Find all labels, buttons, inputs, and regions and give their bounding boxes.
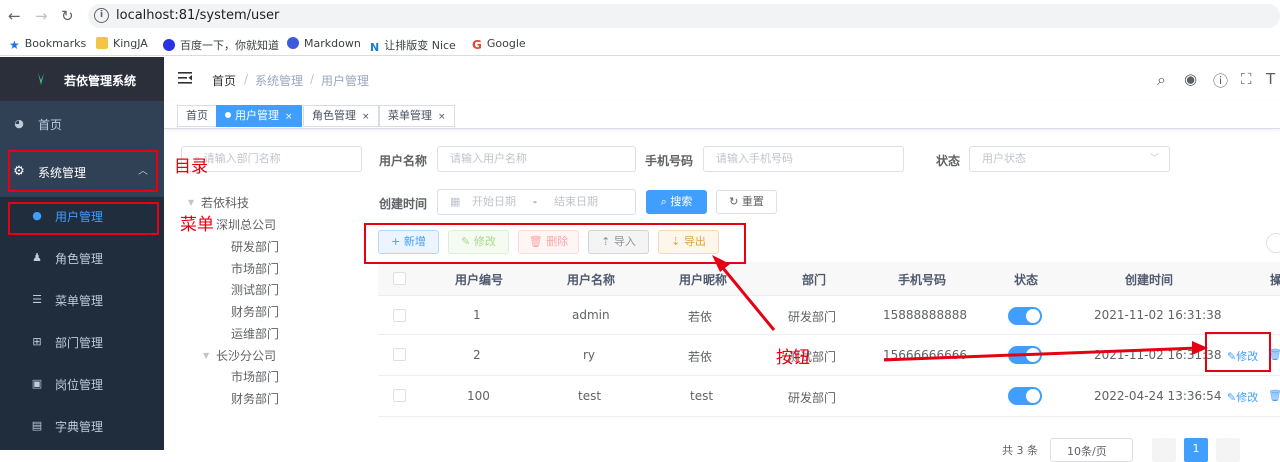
annotation-arrows <box>712 255 1208 362</box>
